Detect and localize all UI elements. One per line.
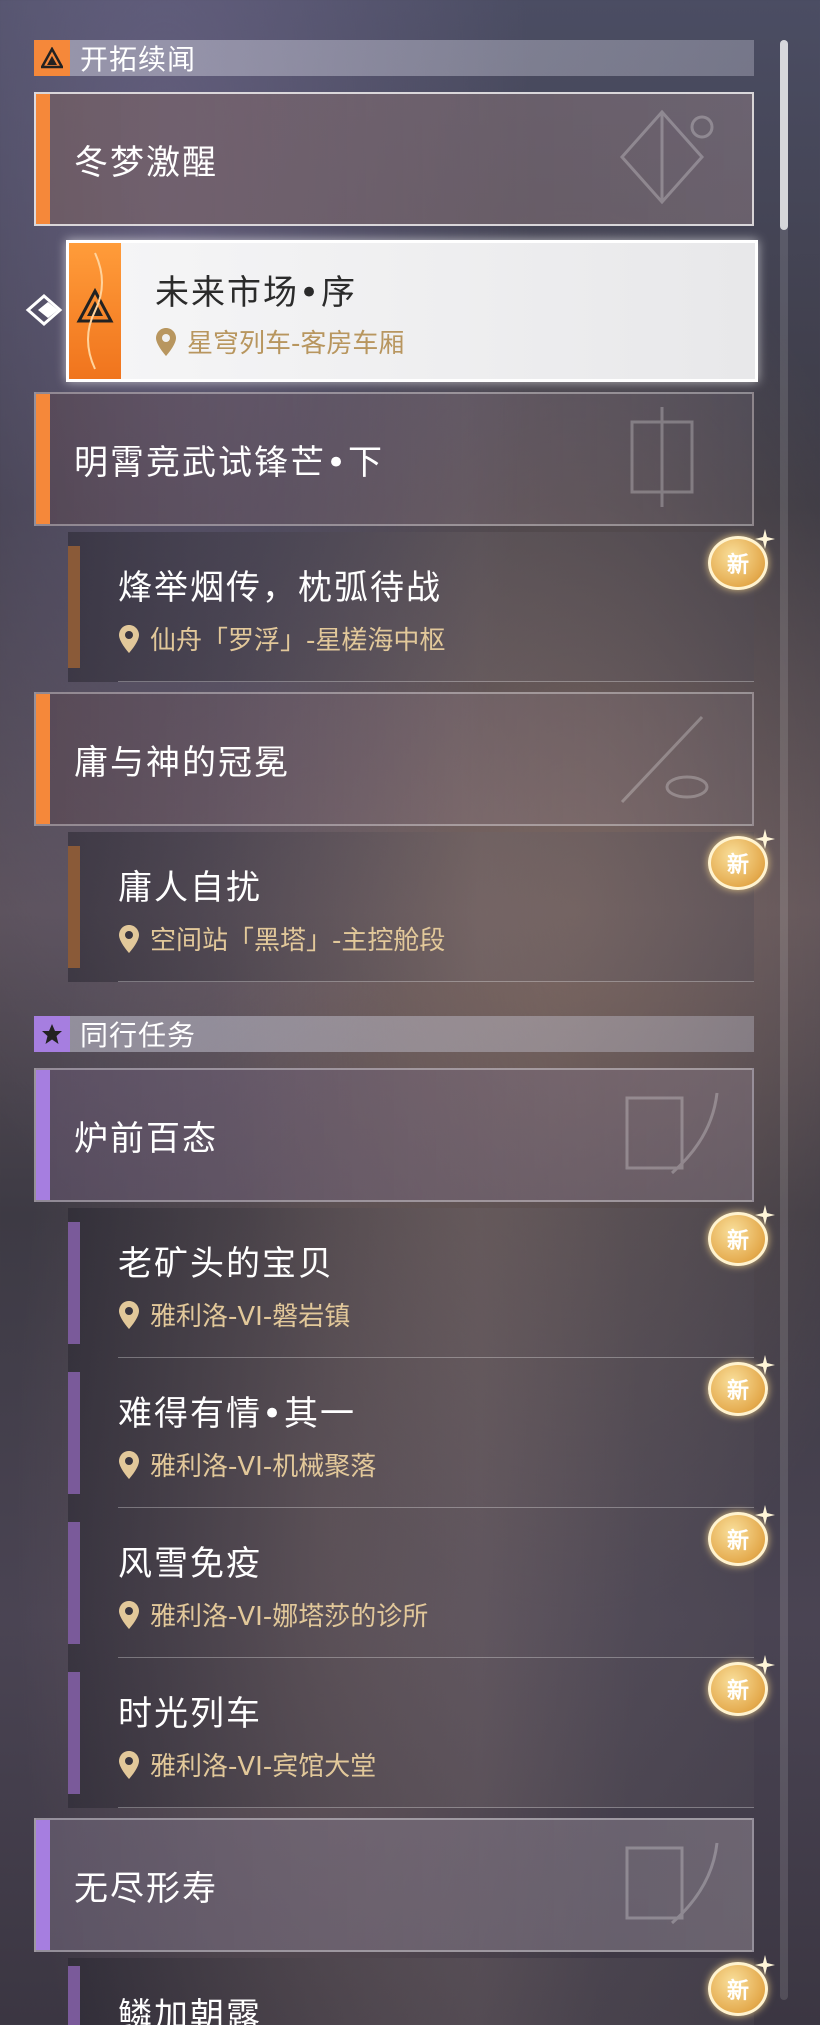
section-header-trailblaze: 开拓续闻 [34, 40, 754, 76]
divider [118, 981, 754, 982]
quest-title: 鳞加朝露 [118, 1996, 262, 2025]
chapter-emblem-icon [630, 407, 694, 507]
quest-accent-bar [68, 546, 80, 668]
selection-pointer-icon [25, 294, 63, 326]
quest-item[interactable]: 风雪免疫 雅利洛-VI-娜塔莎的诊所 [68, 1508, 754, 1658]
new-badge-label: 新 [726, 1529, 749, 1554]
new-badge-label: 新 [726, 1979, 749, 2004]
quest-accent-bar [68, 1372, 80, 1494]
quest-item[interactable]: 庸人自扰 空间站「黑塔」-主控舱段 [68, 832, 754, 982]
location-pin-icon [119, 1600, 139, 1629]
new-badge: 新 [708, 1205, 775, 1266]
sparkle-icon [755, 829, 775, 849]
scrollbar-thumb[interactable] [780, 40, 788, 230]
new-badge: 新 [708, 529, 775, 590]
new-badge-label: 新 [726, 1229, 749, 1254]
star-icon [34, 1016, 70, 1052]
chapter-title: 炉前百态 [74, 1118, 218, 1159]
chapter-emblem-icon [619, 109, 714, 205]
new-badge-label: 新 [726, 1379, 749, 1404]
chapter-accent-bar [36, 94, 50, 224]
trailblaze-emblem-icon [69, 243, 121, 379]
quest-location: 仙舟「罗浮」-星槎海中枢 [118, 620, 445, 657]
quest-location-text: 仙舟「罗浮」-星槎海中枢 [150, 626, 446, 656]
quest-title: 未来市场•序 [155, 273, 358, 313]
chapter-emblem-icon [625, 1092, 719, 1175]
divider [118, 1807, 754, 1808]
quest-location: 空间站「黑塔」-主控舱段 [118, 920, 445, 957]
quest-location-text: 雅利洛-VI-磐岩镇 [150, 1302, 351, 1332]
sparkle-icon [755, 1205, 775, 1225]
quest-location-text: 雅利洛-VI-娜塔莎的诊所 [150, 1602, 429, 1632]
chapter-accent-bar [36, 694, 50, 824]
location-pin-icon [119, 1750, 139, 1779]
new-badge-label: 新 [726, 553, 749, 578]
quest-location: 雅利洛-VI-宾馆大堂 [118, 1746, 376, 1783]
quest-item[interactable]: 时光列车 雅利洛-VI-宾馆大堂 [68, 1658, 754, 1808]
chapter-emblem-icon [625, 1842, 719, 1925]
section-title: 同行任务 [80, 1019, 197, 1052]
chapter-accent-bar [36, 1820, 50, 1950]
quest-location-text: 雅利洛-VI-机械聚落 [150, 1452, 377, 1482]
quest-item[interactable]: 难得有情•其一 雅利洛-VI-机械聚落 [68, 1358, 754, 1508]
chapter-header[interactable]: 无尽形寿 [34, 1818, 754, 1952]
location-pin-icon [119, 1450, 139, 1479]
quest-accent-bar [68, 1522, 80, 1644]
trailblaze-icon [34, 40, 70, 76]
chapter-header[interactable]: 冬梦激醒 [34, 92, 754, 226]
quest-location: 星穹列车-客房车厢 [155, 323, 404, 360]
chapter-title: 庸与神的冠冕 [74, 742, 290, 783]
quest-accent-bar [68, 846, 80, 968]
chapter-header[interactable]: 明霄竞武试锋芒•下 [34, 392, 754, 526]
quest-title: 时光列车 [118, 1694, 262, 1734]
quest-title: 庸人自扰 [118, 868, 262, 908]
new-badge-label: 新 [726, 853, 749, 878]
chapter-emblem-icon [620, 715, 709, 804]
new-badge: 新 [708, 829, 775, 890]
location-pin-icon [156, 327, 176, 356]
quest-title: 难得有情•其一 [118, 1394, 357, 1434]
chapter-header[interactable]: 庸与神的冠冕 [34, 692, 754, 826]
quest-item[interactable]: 老矿头的宝贝 雅利洛-VI-磐岩镇 [68, 1208, 754, 1358]
chapter-accent-bar [36, 394, 50, 524]
section-title: 开拓续闻 [80, 43, 197, 76]
quest-accent-bar [68, 1966, 80, 2025]
new-badge: 新 [708, 1955, 775, 2016]
quest-item[interactable]: 烽举烟传，枕弧待战 仙舟「罗浮」-星槎海中枢 [68, 532, 754, 682]
divider [118, 681, 754, 682]
sparkle-icon [755, 1955, 775, 1975]
quest-location-text: 星穹列车-客房车厢 [187, 329, 405, 359]
quest-location: 雅利洛-VI-娜塔莎的诊所 [118, 1596, 428, 1633]
scrollbar[interactable] [780, 40, 788, 2000]
chapter-title: 冬梦激醒 [74, 142, 218, 183]
quest-location: 雅利洛-VI-机械聚落 [118, 1446, 376, 1483]
quest-accent-bar [68, 1672, 80, 1794]
quest-title: 烽举烟传，枕弧待战 [118, 568, 442, 608]
location-pin-icon [119, 624, 139, 653]
quest-accent-bar [68, 1222, 80, 1344]
section-header-companion: 同行任务 [34, 1016, 754, 1052]
quest-location-text: 空间站「黑塔」-主控舱段 [150, 926, 446, 956]
chapter-title: 无尽形寿 [74, 1868, 218, 1909]
chapter-header[interactable]: 炉前百态 [34, 1068, 754, 1202]
new-badge: 新 [708, 1655, 775, 1716]
chapter-accent-bar [36, 1070, 50, 1200]
sparkle-icon [755, 1655, 775, 1675]
sparkle-icon [755, 1355, 775, 1375]
quest-location-text: 雅利洛-VI-宾馆大堂 [150, 1752, 377, 1782]
sparkle-icon [755, 1505, 775, 1525]
location-pin-icon [119, 1300, 139, 1329]
chapter-title: 明霄竞武试锋芒•下 [74, 442, 385, 483]
quest-title: 风雪免疫 [118, 1544, 262, 1584]
new-badge-label: 新 [726, 1679, 749, 1704]
location-pin-icon [119, 924, 139, 953]
new-badge: 新 [708, 1355, 775, 1416]
new-badge: 新 [708, 1505, 775, 1566]
quest-location: 雅利洛-VI-磐岩镇 [118, 1296, 350, 1333]
sparkle-icon [755, 529, 775, 549]
quest-title: 老矿头的宝贝 [118, 1244, 334, 1284]
quest-item[interactable]: 鳞加朝露 [68, 1958, 754, 2025]
quest-item-selected[interactable]: 未来市场•序 星穹列车-客房车厢 [66, 240, 758, 382]
